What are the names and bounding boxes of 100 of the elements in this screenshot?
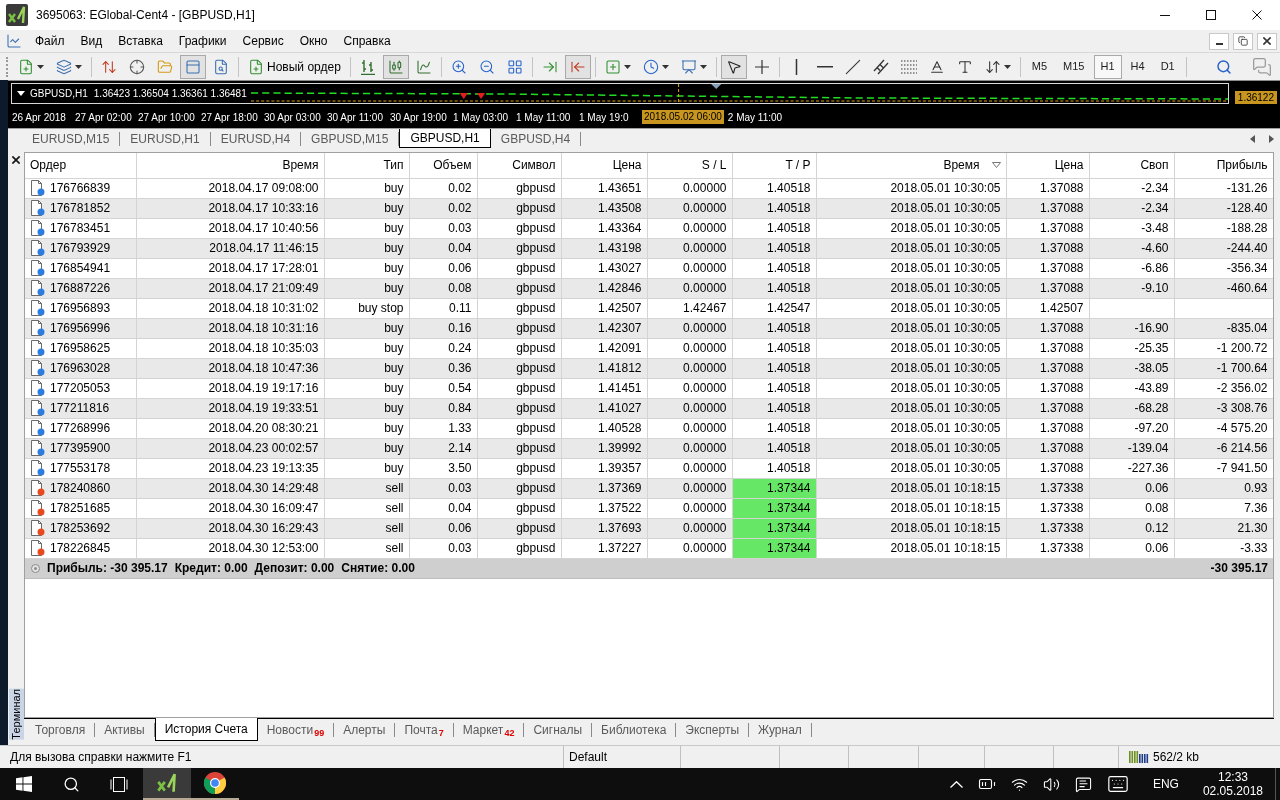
panel-tab[interactable]: Торговля: [26, 719, 95, 740]
table-cell: 0.00000: [647, 518, 732, 538]
column-header[interactable]: Цена: [612, 156, 642, 175]
minimize-icon: [1160, 14, 1170, 16]
language-indicator[interactable]: ENG: [1152, 775, 1179, 793]
table-cell: 2018.05.01 10:30:05: [816, 218, 1006, 238]
table-cell: -128.40: [1174, 198, 1273, 218]
table-cell: 0.00000: [647, 338, 732, 358]
menu-item[interactable]: Окно: [291, 31, 336, 51]
table-cell: buy: [324, 438, 409, 458]
column-header[interactable]: Время: [943, 156, 1001, 175]
table-cell: 2018.04.19 19:33:51: [136, 398, 324, 418]
menu-item[interactable]: Графики: [170, 31, 235, 51]
text-label-icon: [956, 58, 973, 75]
table-cell: 1.37088: [1006, 258, 1089, 278]
table-cell: -2.34: [1089, 178, 1174, 198]
column-header[interactable]: Ордер: [30, 156, 67, 175]
table-cell: buy: [324, 398, 409, 418]
panel-tab[interactable]: Эксперты: [676, 719, 749, 740]
table-cell: sell: [324, 538, 409, 558]
table-cell: 0.03: [409, 538, 477, 558]
close-button[interactable]: [10, 154, 22, 166]
table-cell: 1.37338: [1006, 498, 1089, 518]
menu-item[interactable]: Справка: [335, 31, 399, 51]
close-button[interactable]: [1257, 32, 1277, 50]
chart-tab[interactable]: GBPUSD,H1: [399, 129, 491, 148]
panel-tab[interactable]: Активы: [95, 719, 154, 740]
panel-tab[interactable]: Журнал: [749, 719, 811, 740]
table-cell: -244.40: [1174, 238, 1273, 258]
timeframe-button[interactable]: M15: [1056, 54, 1092, 79]
column-header[interactable]: Тип: [383, 156, 404, 175]
order-number: 177395900: [50, 440, 111, 457]
presentation-board-icon: [680, 58, 697, 75]
table-cell: 0.03: [409, 478, 477, 498]
column-header[interactable]: Символ: [512, 156, 556, 175]
timeframe-button[interactable]: D1: [1153, 54, 1182, 79]
restore-button[interactable]: [1233, 32, 1253, 50]
speaker-icon[interactable]: [1042, 775, 1060, 793]
order-number: 176887226: [50, 280, 111, 297]
column-header[interactable]: Прибыль: [1216, 156, 1268, 175]
table-cell: 2018.04.17 17:28:01: [136, 258, 324, 278]
vertical-line-icon: [795, 58, 799, 75]
table-cell: 1.37088: [1006, 438, 1089, 458]
table-cell: gbpusd: [477, 238, 561, 258]
chart-tab[interactable]: EURUSD,H1: [120, 129, 210, 148]
notification-icon[interactable]: [1074, 775, 1092, 793]
panel-tab[interactable]: Сигналы: [524, 719, 592, 740]
menu-item[interactable]: Вставка: [110, 31, 171, 51]
order-number: 178251685: [50, 500, 111, 517]
table-cell: 1.40518: [732, 438, 816, 458]
table-cell: 1.37088: [1006, 378, 1089, 398]
table-cell: 2018.05.01 10:30:05: [816, 458, 1006, 478]
panel-tab[interactable]: Алерты: [334, 719, 395, 740]
order-document-icon: [30, 240, 45, 256]
column-header[interactable]: Своп: [1140, 156, 1169, 175]
clock-time[interactable]: 12:33: [1217, 770, 1248, 784]
chart-tab[interactable]: GBPUSD,H4: [490, 129, 581, 148]
chart-tab[interactable]: EURUSD,H4: [210, 129, 301, 148]
panel-tab[interactable]: История Счета: [154, 717, 258, 741]
column-header[interactable]: S / L: [701, 156, 727, 175]
timeframe-button[interactable]: H4: [1123, 54, 1152, 79]
menu-item[interactable]: Сервис: [234, 31, 292, 51]
taskbar-app[interactable]: [143, 768, 191, 800]
timeframe-button[interactable]: M5: [1024, 54, 1055, 79]
table-cell: 0.16: [409, 318, 477, 338]
table-cell: buy: [324, 378, 409, 398]
table-cell: 0.00000: [647, 438, 732, 458]
table-cell: 1.42507: [561, 298, 647, 318]
table-cell: 2018.04.17 21:09:49: [136, 278, 324, 298]
panel-tab[interactable]: Библиотека: [592, 719, 676, 740]
time-axis-label: 2 May 11:00: [727, 110, 784, 125]
table-cell: 2018.04.20 08:30:21: [136, 418, 324, 438]
menu-item[interactable]: Вид: [72, 31, 111, 51]
chevron-up-icon[interactable]: [949, 780, 963, 788]
scroll-left-icon[interactable]: [1250, 134, 1255, 143]
table-cell: 2018.05.01 10:30:05: [816, 418, 1006, 438]
search-icon[interactable]: [1216, 58, 1232, 75]
table-cell: 2018.05.01 10:30:05: [816, 398, 1006, 418]
chart-tab[interactable]: GBPUSD,M15: [301, 129, 399, 148]
column-header[interactable]: Цена: [1054, 156, 1084, 175]
menu-item[interactable]: Файл: [27, 31, 73, 51]
column-header[interactable]: Время: [282, 156, 319, 175]
table-cell: 0.12: [1089, 518, 1174, 538]
toolbar-button[interactable]: Новый ордер: [243, 54, 346, 79]
scroll-right-icon[interactable]: [1269, 134, 1274, 143]
minimize-button[interactable]: [1209, 32, 1229, 50]
table-cell: 1.42467: [647, 298, 732, 318]
clock-date[interactable]: 02.05.2018: [1202, 784, 1263, 798]
timeframe-button[interactable]: H1: [1093, 54, 1122, 79]
column-header[interactable]: T / P: [785, 156, 811, 175]
order-number: 176793929: [50, 240, 111, 257]
toolbar-button[interactable]: [720, 54, 747, 79]
chart-tab[interactable]: EURUSD,M15: [22, 129, 120, 148]
column-header[interactable]: Объем: [433, 156, 472, 175]
table-cell: -97.20: [1089, 418, 1174, 438]
keyboard-icon[interactable]: [1106, 773, 1129, 795]
table-cell: 1.42547: [732, 298, 816, 318]
toolbar-grip[interactable]: [6, 56, 9, 77]
dotted-lines-icon: [900, 59, 917, 74]
table-cell: buy: [324, 278, 409, 298]
